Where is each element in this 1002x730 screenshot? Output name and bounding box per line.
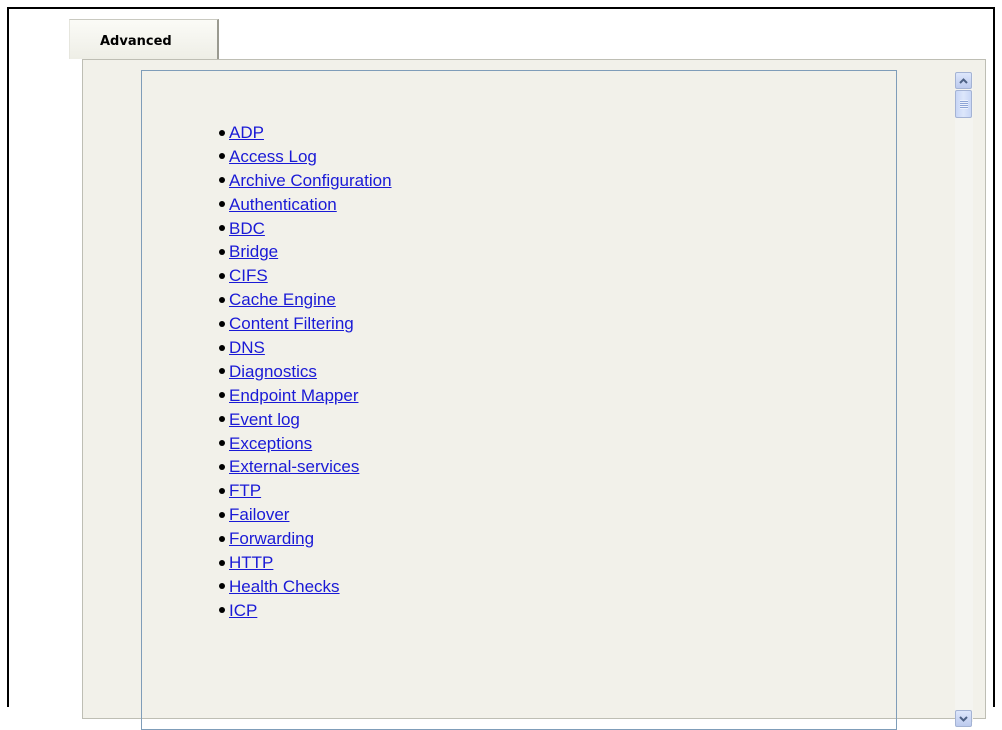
link-health-checks[interactable]: Health Checks (229, 577, 340, 596)
link-adp[interactable]: ADP (229, 123, 264, 142)
bullet-icon (219, 129, 225, 136)
bullet-icon (219, 607, 225, 614)
bullet-icon (219, 153, 225, 160)
link-http[interactable]: HTTP (229, 553, 273, 572)
scroll-up-button[interactable] (955, 72, 972, 89)
link-list-item: Cache Engine (219, 288, 392, 312)
link-list-item: ICP (219, 599, 392, 623)
link-archive-configuration[interactable]: Archive Configuration (229, 171, 392, 190)
link-diagnostics[interactable]: Diagnostics (229, 362, 317, 381)
link-access-log[interactable]: Access Log (229, 147, 317, 166)
bullet-icon (219, 416, 225, 423)
link-cifs[interactable]: CIFS (229, 266, 268, 285)
vertical-scrollbar[interactable] (955, 72, 973, 727)
window-frame: Advanced ADP Access Log Archive Configurat… (7, 7, 995, 730)
link-failover[interactable]: Failover (229, 505, 289, 524)
link-list-item: BDC (219, 217, 392, 241)
link-list-item: Exceptions (219, 432, 392, 456)
scroll-grip-icon (959, 99, 968, 109)
link-cache-engine[interactable]: Cache Engine (229, 290, 336, 309)
bullet-icon (219, 368, 225, 375)
link-list-item: DNS (219, 336, 392, 360)
scroll-down-button[interactable] (955, 710, 972, 727)
bullet-icon (219, 440, 225, 447)
link-dns[interactable]: DNS (229, 338, 265, 357)
link-list-item: Archive Configuration (219, 169, 392, 193)
link-external-services[interactable]: External-services (229, 457, 359, 476)
bullet-icon (219, 463, 225, 470)
content-box: ADP Access Log Archive Configuration Authen… (141, 70, 897, 730)
link-exceptions[interactable]: Exceptions (229, 434, 312, 453)
advanced-panel: ADP Access Log Archive Configuration Authen… (82, 59, 986, 730)
link-content-filtering[interactable]: Content Filtering (229, 314, 354, 333)
bullet-icon (219, 559, 225, 566)
link-list-item: Endpoint Mapper (219, 384, 392, 408)
link-list-item: Failover (219, 503, 392, 527)
link-list-item: Event log (219, 408, 392, 432)
bullet-icon (219, 583, 225, 590)
bullet-icon (219, 392, 225, 399)
bullet-icon (219, 535, 225, 542)
link-list-item: Forwarding (219, 527, 392, 551)
link-forwarding[interactable]: Forwarding (229, 529, 314, 548)
bullet-icon (219, 225, 225, 232)
bullet-icon (219, 320, 225, 327)
link-endpoint-mapper[interactable]: Endpoint Mapper (229, 386, 358, 405)
link-list-item: ADP (219, 121, 392, 145)
bullet-icon (219, 177, 225, 184)
link-list-item: Diagnostics (219, 360, 392, 384)
scroll-thumb[interactable] (955, 90, 972, 118)
link-list-item: FTP (219, 479, 392, 503)
bullet-icon (219, 296, 225, 303)
bullet-icon (219, 201, 225, 208)
bullet-icon (219, 344, 225, 351)
link-list-item: External-services (219, 455, 392, 479)
bullet-icon (219, 511, 225, 518)
link-list-item: Authentication (219, 193, 392, 217)
link-list-item: HTTP (219, 551, 392, 575)
link-list-item: CIFS (219, 264, 392, 288)
link-icp[interactable]: ICP (229, 601, 257, 620)
bullet-icon (219, 487, 225, 494)
tab-advanced[interactable]: Advanced (69, 19, 219, 59)
link-bridge[interactable]: Bridge (229, 242, 278, 261)
link-list-item: Bridge (219, 240, 392, 264)
link-event-log[interactable]: Event log (229, 410, 300, 429)
link-list-item: Access Log (219, 145, 392, 169)
link-ftp[interactable]: FTP (229, 481, 261, 500)
bullet-icon (219, 272, 225, 279)
link-list-item: Content Filtering (219, 312, 392, 336)
scroll-down-arrow-icon (959, 715, 968, 722)
scroll-up-arrow-icon (959, 77, 968, 84)
link-authentication[interactable]: Authentication (229, 195, 337, 214)
link-list-item: Health Checks (219, 575, 392, 599)
bullet-icon (219, 248, 225, 255)
advanced-link-list: ADP Access Log Archive Configuration Authen… (219, 121, 392, 623)
tab-advanced-label: Advanced (100, 34, 172, 49)
link-bdc[interactable]: BDC (229, 219, 265, 238)
